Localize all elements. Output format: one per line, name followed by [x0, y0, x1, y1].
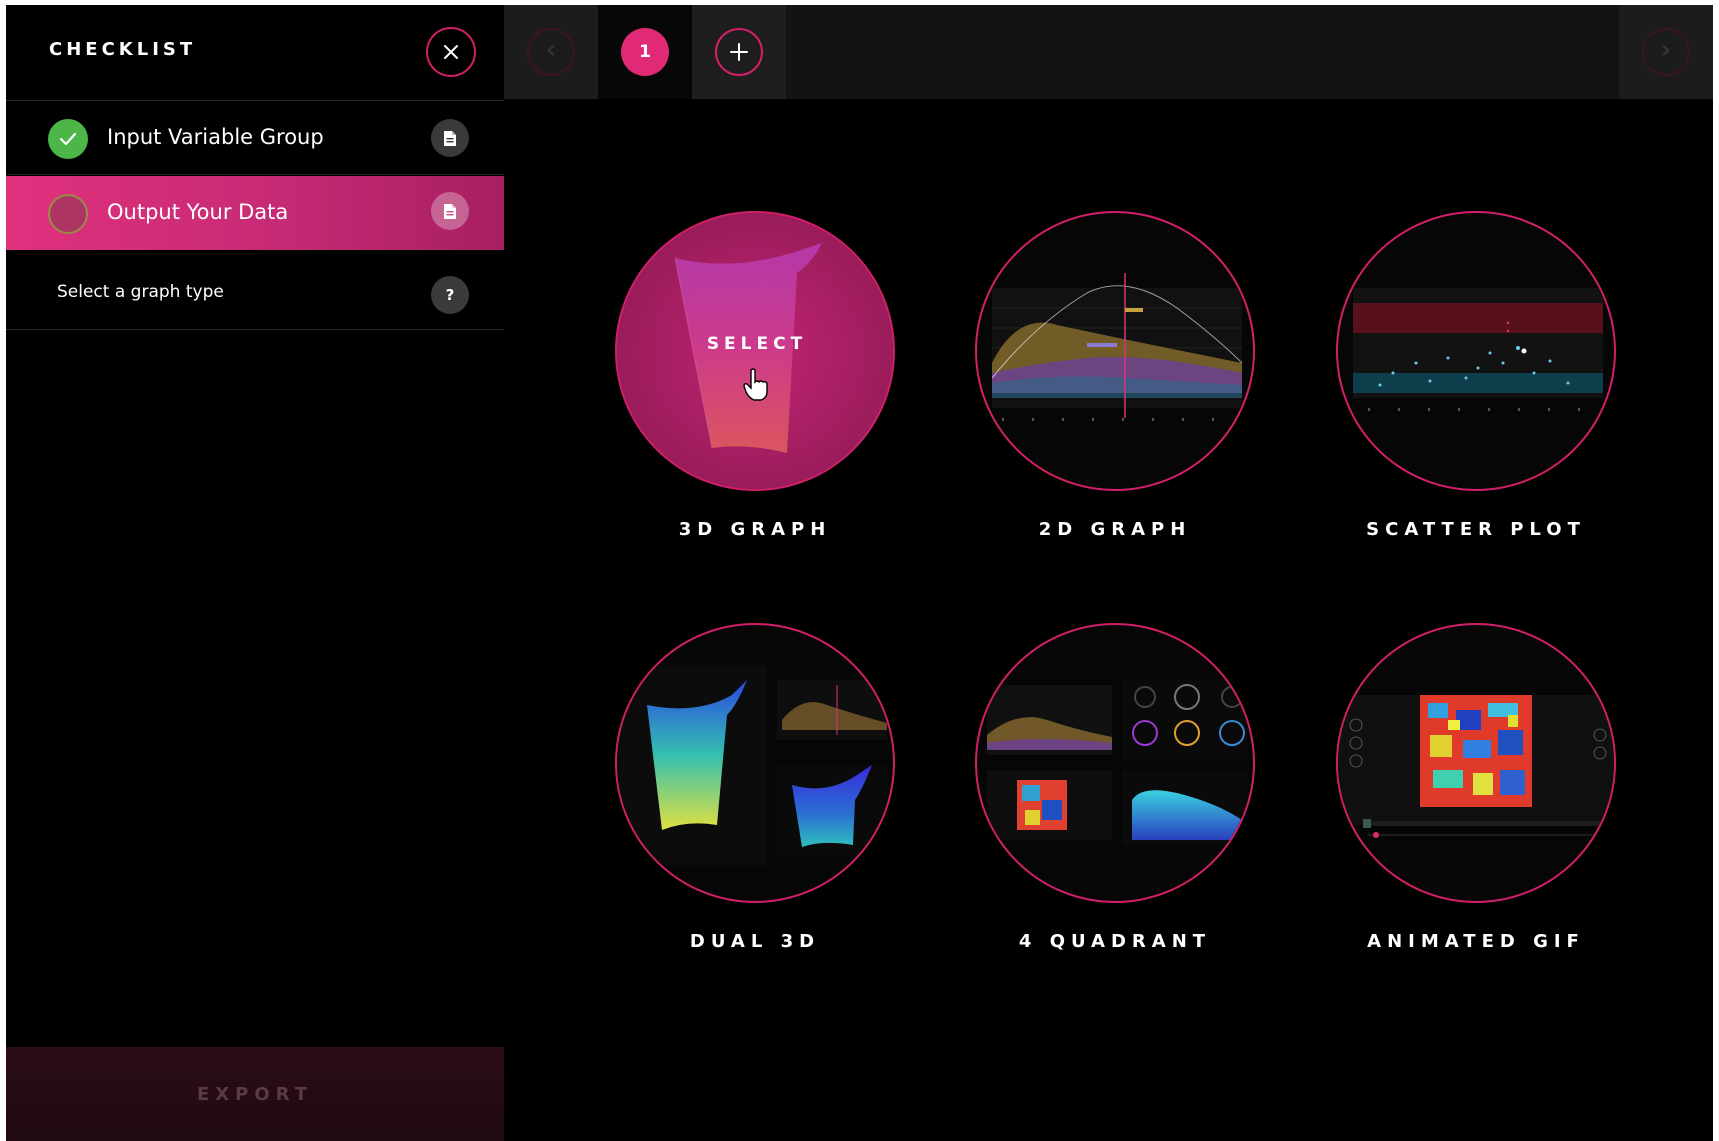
document-button[interactable] [431, 119, 469, 157]
checklist-step-input-variable-group[interactable]: Input Variable Group [6, 101, 504, 175]
hand-cursor-icon [743, 368, 768, 401]
step-label: Input Variable Group [107, 125, 324, 149]
graph-label: 3D GRAPH [678, 519, 832, 540]
hint-text: Select a graph type [57, 282, 224, 302]
2d-line-preview-icon [975, 211, 1255, 491]
export-button[interactable]: EXPORT [6, 1047, 504, 1141]
graph-label: DUAL 3D [689, 931, 821, 952]
tab-bar: ‹ 1 › [504, 5, 1713, 99]
step-label: Output Your Data [107, 200, 289, 224]
app-window: CHECKLIST Input Variable Group Output Yo… [6, 5, 1713, 1141]
chevron-left-icon: ‹ [527, 28, 575, 76]
document-icon [444, 203, 456, 219]
graph-label: SCATTER PLOT [1366, 519, 1586, 540]
help-button[interactable]: ? [431, 276, 469, 314]
document-button[interactable] [431, 192, 469, 230]
check-icon [48, 119, 88, 159]
plus-icon [715, 28, 763, 76]
checklist-step-output-your-data[interactable]: Output Your Data [6, 176, 504, 250]
checklist-sidebar: CHECKLIST Input Variable Group Output Yo… [6, 5, 504, 1141]
sidebar-title: CHECKLIST [49, 39, 197, 60]
dual-3d-preview-icon [615, 623, 895, 903]
tab-1[interactable]: 1 [598, 5, 692, 99]
graph-label: 4 QUADRANT [1018, 931, 1212, 952]
sidebar-header: CHECKLIST [6, 5, 504, 101]
close-button[interactable] [426, 27, 476, 77]
tab-prev[interactable]: ‹ [504, 5, 598, 99]
4-quadrant-preview-icon [975, 623, 1255, 903]
close-icon [444, 45, 458, 59]
graph-type-hint-row: Select a graph type ? [6, 255, 504, 330]
scatter-preview-icon [1336, 211, 1616, 491]
chevron-right-icon: › [1642, 28, 1690, 76]
tab-next[interactable]: › [1619, 5, 1713, 99]
3d-surface-preview-icon: SELECT [615, 211, 895, 491]
graph-label: ANIMATED GIF [1367, 931, 1585, 952]
select-overlay[interactable]: SELECT [617, 213, 893, 489]
select-text: SELECT [706, 334, 808, 354]
pending-status-icon [48, 194, 88, 234]
add-tab-button[interactable] [692, 5, 786, 99]
graph-label: 2D GRAPH [1038, 519, 1192, 540]
help-icon: ? [445, 286, 455, 304]
animated-gif-preview-icon [1336, 623, 1616, 903]
tab-number-badge: 1 [621, 28, 669, 76]
document-icon [444, 130, 456, 146]
